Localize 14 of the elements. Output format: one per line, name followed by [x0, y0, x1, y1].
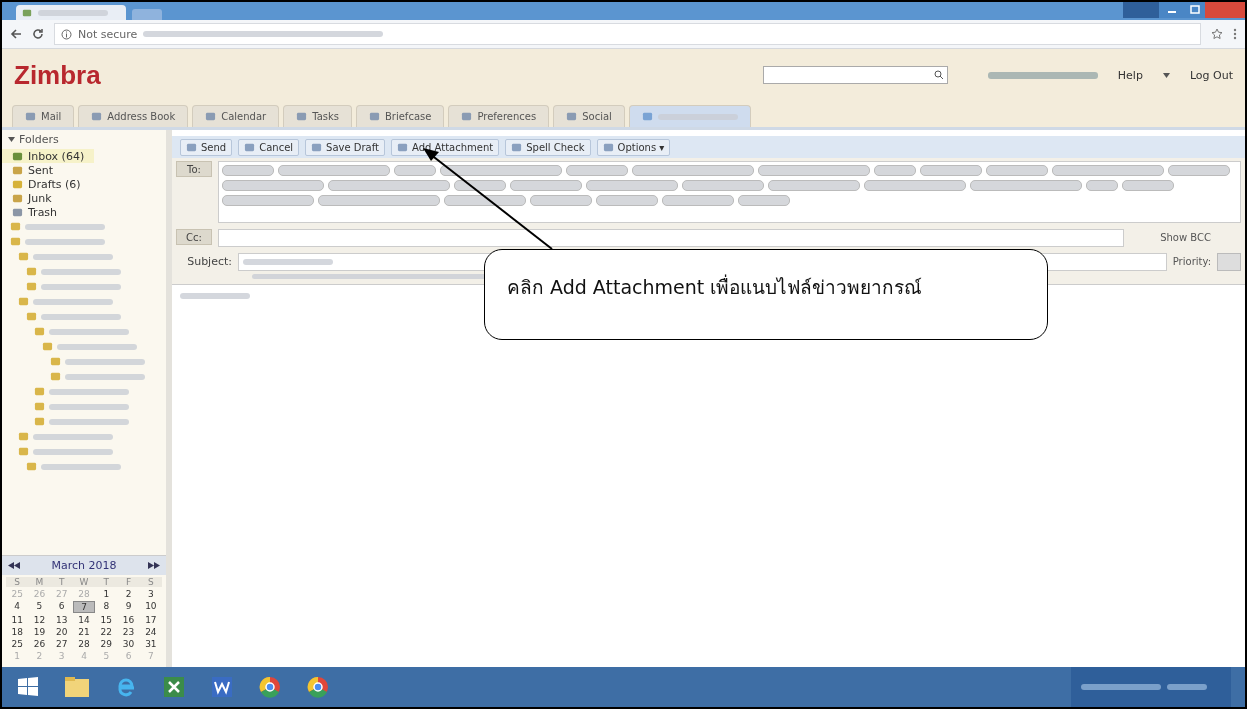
weekday-label: F — [117, 577, 140, 587]
zimbra-logo: Zimbra — [14, 59, 101, 91]
weekday-label: S — [139, 577, 162, 587]
weekday-label: W — [72, 577, 96, 587]
priority-label: Priority: — [1172, 255, 1211, 269]
folders-header: Folders — [19, 133, 59, 146]
weekday-label: S — [6, 577, 29, 587]
weekday-label: T — [50, 577, 73, 587]
weekday-label: M — [28, 577, 51, 587]
security-label: Not secure — [78, 27, 138, 41]
subject-label: Subject: — [186, 254, 232, 270]
instruction-tooltip: คลิก Add Attachment เพื่อแนบไฟล์ข่าวพยากรณ์ — [484, 249, 1048, 340]
weekday-label: T — [95, 577, 118, 587]
calendar-month: March 2018 — [51, 559, 117, 572]
